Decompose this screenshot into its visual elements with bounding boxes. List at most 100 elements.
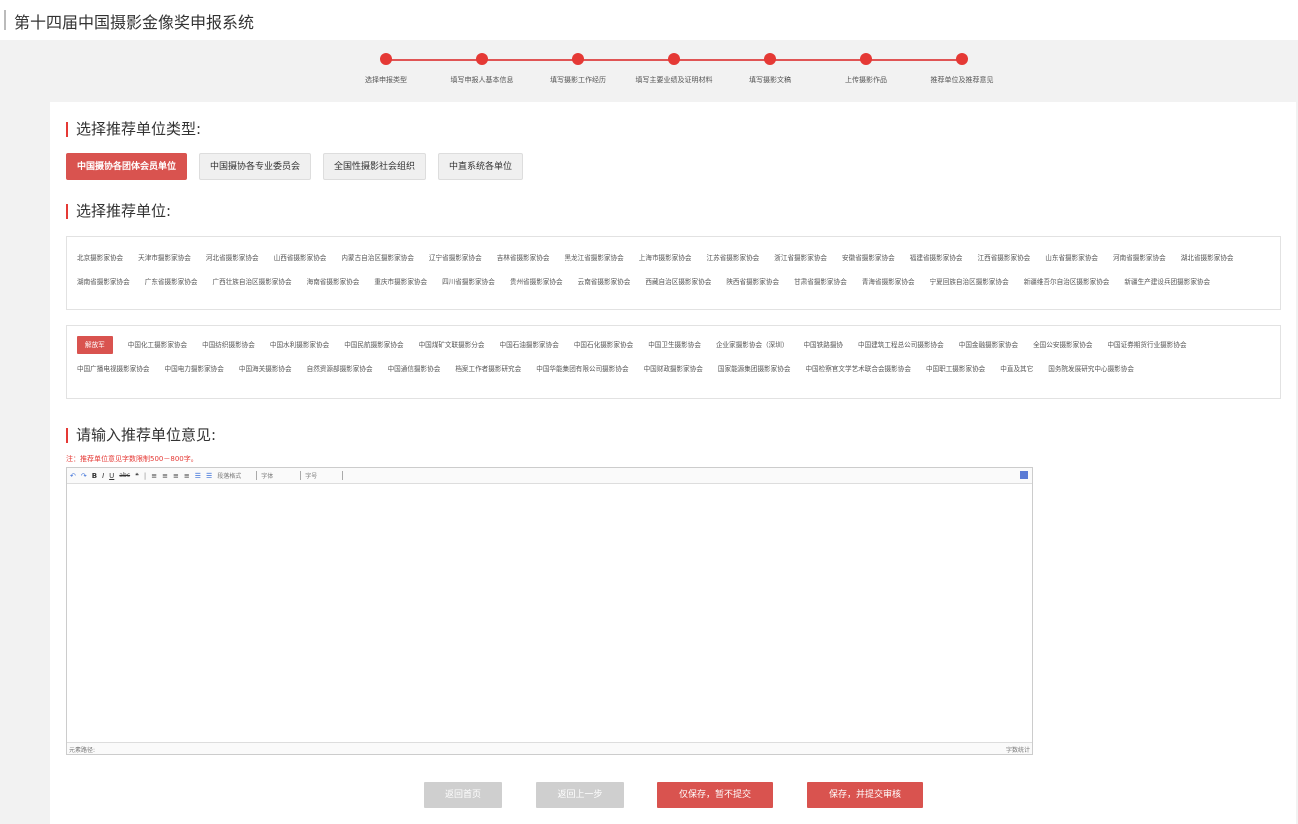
unit-option[interactable]: 中国财政摄影家协会 <box>644 359 703 380</box>
unit-option[interactable]: 中国检察官文学艺术联合会摄影协会 <box>805 359 911 380</box>
step-dot <box>380 53 392 65</box>
unit-option[interactable]: 北京摄影家协会 <box>77 248 123 269</box>
unit-option[interactable]: 中国石油摄影家协会 <box>500 335 559 356</box>
underline-icon[interactable]: U <box>109 472 114 480</box>
strikethrough-icon[interactable]: abc <box>119 472 130 479</box>
unit-type-member-groups[interactable]: 中国摄协各团体会员单位 <box>66 153 188 180</box>
unit-option[interactable]: 中国金融摄影家协会 <box>959 335 1018 356</box>
paragraph-format-select[interactable]: 段落格式 <box>217 471 258 480</box>
unit-option[interactable]: 浙江省摄影家协会 <box>774 248 827 269</box>
unit-option[interactable]: 甘肃省摄影家协会 <box>794 272 847 293</box>
unit-option[interactable]: 青海省摄影家协会 <box>862 272 915 293</box>
back-prev-button[interactable]: 返回上一步 <box>536 782 624 808</box>
unit-option[interactable]: 中国职工摄影家协会 <box>926 359 985 380</box>
font-family-select[interactable]: 字体 <box>261 471 302 480</box>
toolbar-separator: | <box>143 471 147 480</box>
unit-option[interactable]: 中国水利摄影家协会 <box>270 335 329 356</box>
align-left-icon[interactable]: ≡ <box>151 472 157 480</box>
unit-option[interactable]: 中国铁路摄协 <box>803 335 843 356</box>
unit-option[interactable]: 四川省摄影家协会 <box>442 272 495 293</box>
unit-option[interactable]: 中国电力摄影家协会 <box>165 359 224 380</box>
unit-option[interactable]: 辽宁省摄影家协会 <box>429 248 482 269</box>
unit-option[interactable]: 中国海关摄影协会 <box>239 359 292 380</box>
unit-option[interactable]: 宁夏回族自治区摄影家协会 <box>930 272 1009 293</box>
step-dot <box>668 53 680 65</box>
ordered-list-icon[interactable]: ☰ <box>195 472 201 480</box>
align-center-icon[interactable]: ≡ <box>162 472 168 480</box>
unit-option[interactable]: 江西省摄影家协会 <box>978 248 1031 269</box>
unit-option[interactable]: 中国化工摄影家协会 <box>128 335 187 356</box>
unit-option[interactable]: 国家能源集团摄影家协会 <box>718 359 791 380</box>
unit-option[interactable]: 全国公安摄影家协会 <box>1033 335 1092 356</box>
unit-option[interactable]: 中国广播电视摄影家协会 <box>77 359 150 380</box>
unit-option[interactable]: 黑龙江省摄影家协会 <box>564 248 623 269</box>
italic-icon[interactable]: I <box>102 472 104 480</box>
step-dot <box>476 53 488 65</box>
unit-option[interactable]: 企业家摄影协会（深圳） <box>716 335 789 356</box>
unit-option[interactable]: 海南省摄影家协会 <box>307 272 360 293</box>
unit-option[interactable]: 新疆维吾尔自治区摄影家协会 <box>1024 272 1110 293</box>
unit-option[interactable]: 湖南省摄影家协会 <box>77 272 130 293</box>
undo-icon[interactable]: ↶ <box>70 472 76 480</box>
unit-option[interactable]: 新疆生产建设兵团摄影家协会 <box>1124 272 1210 293</box>
bold-icon[interactable]: B <box>92 472 97 480</box>
unit-option[interactable]: 中国建筑工程总公司摄影协会 <box>858 335 944 356</box>
unit-option[interactable]: 福建省摄影家协会 <box>910 248 963 269</box>
unit-option[interactable]: 河北省摄影家协会 <box>206 248 259 269</box>
unit-option[interactable]: 山东省摄影家协会 <box>1045 248 1098 269</box>
unit-option[interactable]: 贵州省摄影家协会 <box>510 272 563 293</box>
unit-option[interactable]: 中国民航摄影家协会 <box>344 335 403 356</box>
app-header: 第十四届中国摄影金像奖申报系统 <box>0 0 1298 40</box>
unit-option[interactable]: 中国煤矿文联摄影分会 <box>419 335 485 356</box>
redo-icon[interactable]: ↷ <box>81 472 87 480</box>
unit-option[interactable]: 湖北省摄影家协会 <box>1181 248 1234 269</box>
unit-option[interactable]: 广西壮族自治区摄影家协会 <box>213 272 292 293</box>
editor-statusbar: 元素路径: 字数统计 <box>67 742 1032 754</box>
fullscreen-icon[interactable] <box>1020 471 1028 479</box>
unit-option[interactable]: 国务院发展研究中心摄影协会 <box>1048 359 1134 380</box>
form-actions: 返回首页 返回上一步 仅保存，暂不提交 保存，并提交审核 <box>50 782 1296 808</box>
editor-content-area[interactable] <box>67 485 1032 742</box>
industry-unit-list: 解放军 中国化工摄影家协会 中国纺织摄影协会 中国水利摄影家协会 中国民航摄影家协会 中国… <box>66 325 1281 399</box>
back-home-button[interactable]: 返回首页 <box>424 782 502 808</box>
blockquote-icon[interactable]: ❝ <box>135 472 139 480</box>
unit-option[interactable]: 云南省摄影家协会 <box>578 272 631 293</box>
unit-option[interactable]: 中国石化摄影家协会 <box>574 335 633 356</box>
unit-option[interactable]: 重庆市摄影家协会 <box>374 272 427 293</box>
unit-option[interactable]: 中国纺织摄影协会 <box>202 335 255 356</box>
unit-type-central-units[interactable]: 中直系统各单位 <box>438 153 524 180</box>
font-size-select[interactable]: 字号 <box>305 471 344 480</box>
unordered-list-icon[interactable]: ☰ <box>206 472 212 480</box>
align-justify-icon[interactable]: ≡ <box>184 472 190 480</box>
unit-option[interactable]: 天津市摄影家协会 <box>138 248 191 269</box>
step-label: 推荐单位及推荐意见 <box>930 76 994 84</box>
unit-option[interactable]: 广东省摄影家协会 <box>145 272 198 293</box>
unit-type-committees[interactable]: 中国摄协各专业委员会 <box>199 153 312 180</box>
unit-option[interactable]: 吉林省摄影家协会 <box>497 248 550 269</box>
unit-option[interactable]: 山西省摄影家协会 <box>274 248 327 269</box>
step-dot <box>572 53 584 65</box>
unit-option[interactable]: 西藏自治区摄影家协会 <box>645 272 711 293</box>
unit-type-national-orgs[interactable]: 全国性摄影社会组织 <box>323 153 427 180</box>
unit-option[interactable]: 中国华能集团有限公司摄影协会 <box>536 359 628 380</box>
save-submit-button[interactable]: 保存，并提交审核 <box>807 782 923 808</box>
unit-option[interactable]: 陕西省摄影家协会 <box>726 272 779 293</box>
unit-option-selected[interactable]: 解放军 <box>77 336 113 354</box>
unit-option[interactable]: 自然资源部摄影家协会 <box>307 359 373 380</box>
unit-type-tabs: 中国摄协各团体会员单位 中国摄协各专业委员会 全国性摄影社会组织 中直系统各单位 <box>66 153 524 180</box>
editor-toolbar: ↶ ↷ B I U abc ❝ | ≡ ≡ ≡ ≡ ☰ ☰ 段落格式 字体 字号 <box>67 468 1032 484</box>
section-title-unit-type: 选择推荐单位类型: <box>66 122 201 137</box>
unit-option[interactable]: 内蒙古自治区摄影家协会 <box>341 248 414 269</box>
unit-option[interactable]: 江苏省摄影家协会 <box>707 248 760 269</box>
rich-text-editor: ↶ ↷ B I U abc ❝ | ≡ ≡ ≡ ≡ ☰ ☰ 段落格式 字体 字号… <box>66 467 1033 755</box>
unit-option[interactable]: 中直及其它 <box>1000 359 1033 380</box>
align-right-icon[interactable]: ≡ <box>173 472 179 480</box>
unit-option[interactable]: 中国卫生摄影协会 <box>648 335 701 356</box>
unit-option[interactable]: 中国证券期货行业摄影协会 <box>1107 335 1186 356</box>
unit-option[interactable]: 河南省摄影家协会 <box>1113 248 1166 269</box>
unit-option[interactable]: 上海市摄影家协会 <box>639 248 692 269</box>
unit-option[interactable]: 中国通信摄影协会 <box>388 359 441 380</box>
save-draft-button[interactable]: 仅保存，暂不提交 <box>657 782 773 808</box>
unit-option[interactable]: 安徽省摄影家协会 <box>842 248 895 269</box>
unit-option[interactable]: 档案工作者摄影研究会 <box>455 359 521 380</box>
